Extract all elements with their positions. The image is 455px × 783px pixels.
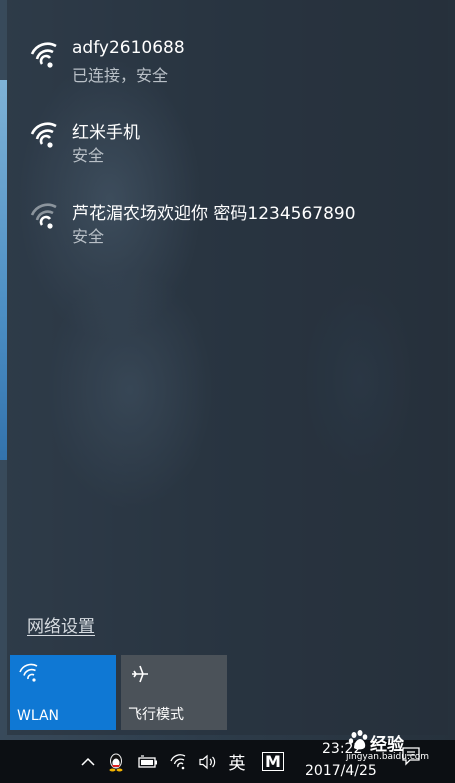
network-item-3[interactable]: 芦花湄农场欢迎你 密码1234567890 安全 — [29, 203, 429, 259]
battery-tray-icon[interactable] — [136, 740, 160, 783]
airplane-mode-tile[interactable]: 飞行模式 — [121, 655, 227, 730]
wlan-toggle-tile[interactable]: WLAN — [10, 655, 116, 730]
desktop-window-edge — [0, 80, 7, 460]
qq-tray-icon[interactable] — [105, 740, 127, 783]
ime-language-label: 英 — [228, 754, 246, 774]
clock-date[interactable]: 2017/4/25 — [305, 763, 377, 779]
baidu-watermark: 经验 jingyan.baidu.com — [340, 727, 452, 765]
wifi-icon — [19, 663, 38, 682]
wlan-tile-label: WLAN — [17, 708, 60, 724]
network-name: adfy2610688 — [72, 38, 185, 58]
network-status: 安全 — [72, 227, 105, 246]
airplane-tile-label: 飞行模式 — [128, 707, 184, 723]
notification-icon — [402, 747, 420, 766]
show-hidden-icons-button[interactable] — [78, 740, 98, 783]
network-status: 安全 — [72, 146, 105, 165]
network-name: 芦花湄农场欢迎你 密码1234567890 — [72, 204, 356, 224]
wifi-full-icon — [30, 122, 57, 148]
action-center-button[interactable] — [400, 744, 422, 770]
volume-tray-icon[interactable] — [196, 740, 220, 783]
chevron-up-icon — [81, 757, 95, 766]
screen: adfy2610688 已连接，安全 红米手机 安全 芦花湄农场欢迎你 密码12… — [0, 0, 455, 783]
network-item-2[interactable]: 红米手机 安全 — [29, 122, 429, 178]
network-item-1[interactable]: adfy2610688 已连接，安全 — [29, 38, 429, 98]
speaker-icon — [199, 754, 216, 769]
baidu-paw-logo-icon — [348, 730, 368, 750]
wifi-icon — [170, 753, 186, 769]
network-flyout: adfy2610688 已连接，安全 红米手机 安全 芦花湄农场欢迎你 密码12… — [7, 0, 448, 735]
qq-penguin-icon — [109, 753, 123, 771]
network-name: 红米手机 — [72, 123, 140, 143]
wifi-weak-icon — [30, 203, 57, 229]
ime-mode-label: M — [262, 752, 284, 771]
battery-charging-icon — [138, 754, 157, 768]
network-settings-link[interactable]: 网络设置 — [27, 612, 95, 637]
ime-language-button[interactable]: 英 — [224, 740, 250, 783]
airplane-icon — [132, 665, 148, 683]
network-status: 已连接，安全 — [72, 66, 169, 85]
ime-mode-button[interactable]: M — [261, 740, 285, 783]
network-tray-icon[interactable] — [168, 740, 190, 783]
wifi-full-icon — [30, 42, 57, 68]
